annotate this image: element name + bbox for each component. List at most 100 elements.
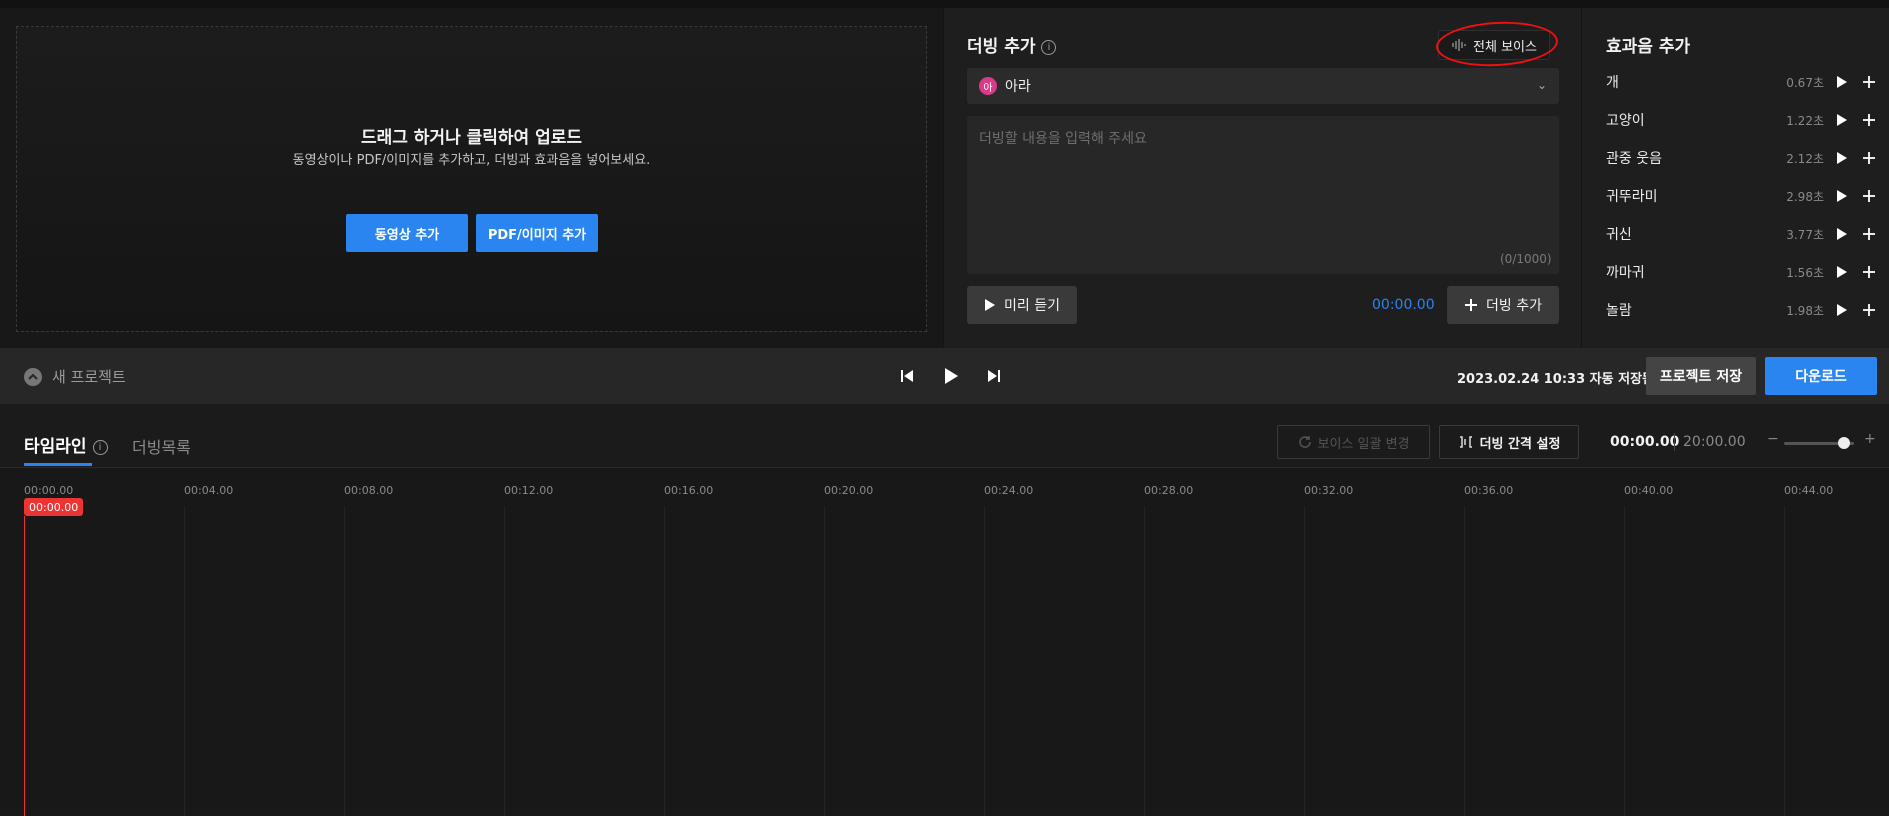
plus-icon[interactable]: [1862, 303, 1876, 317]
preview-button[interactable]: 미리 듣기: [967, 286, 1077, 324]
voice-name: 아라: [1005, 79, 1031, 95]
timeline-gridline: [344, 506, 345, 816]
dub-spacing-button[interactable]: 더빙 간격 설정: [1439, 425, 1579, 459]
play-icon[interactable]: [1836, 113, 1848, 127]
play-icon[interactable]: [1836, 265, 1848, 279]
effect-name: 놀람: [1606, 303, 1632, 319]
plus-icon[interactable]: [1862, 113, 1876, 127]
save-project-button[interactable]: 프로젝트 저장: [1646, 357, 1756, 395]
plus-icon[interactable]: [1862, 151, 1876, 165]
refresh-icon: [1298, 436, 1311, 448]
top-strip: [0, 0, 1889, 8]
dubbing-panel: 더빙 추가 i 전체 보이스 아 아라 ⌄ (0/1000) 미리 듣기 00:0…: [943, 8, 1581, 348]
spacing-icon: [1459, 436, 1472, 448]
voice-avatar: 아: [979, 77, 997, 95]
play-icon[interactable]: [1836, 75, 1848, 89]
effect-item: 놀람 1.98초: [1606, 298, 1876, 322]
current-time: 00:00.00: [1610, 434, 1680, 450]
play-icon[interactable]: [1836, 189, 1848, 203]
zoom-in-button[interactable]: +: [1864, 431, 1876, 447]
voice-bulk-change-label: 보이스 일괄 변경: [1317, 436, 1410, 452]
timeline-tick-label: 00:40.00: [1624, 484, 1674, 497]
effect-name: 고양이: [1606, 113, 1645, 129]
timeline-gridline: [1784, 506, 1785, 816]
effect-duration: 3.77초: [1786, 227, 1824, 242]
play-icon[interactable]: [1836, 303, 1848, 317]
plus-icon[interactable]: [1862, 189, 1876, 203]
info-icon[interactable]: i: [1041, 39, 1057, 55]
skip-forward-icon[interactable]: [987, 368, 1001, 384]
tab-dub-list[interactable]: 더빙목록: [132, 434, 191, 458]
zoom-slider-handle[interactable]: [1838, 437, 1850, 449]
autosave-status: 2023.02.24 10:33 자동 저장됨: [1457, 372, 1654, 387]
timeline-tick-label: 00:36.00: [1464, 484, 1514, 497]
all-voices-label: 전체 보이스: [1473, 39, 1537, 55]
timeline-gridline: [984, 506, 985, 816]
effect-item: 귀신 3.77초: [1606, 222, 1876, 246]
effect-duration: 1.98초: [1786, 303, 1824, 318]
new-project-toggle[interactable]: 새 프로젝트: [24, 366, 126, 387]
voice-bulk-change-button[interactable]: 보이스 일괄 변경: [1277, 425, 1430, 459]
skip-back-icon[interactable]: [900, 368, 914, 384]
timeline-gridline: [1624, 506, 1625, 816]
add-dubbing-label: 더빙 추가: [1486, 298, 1542, 314]
timeline-tick-label: 00:04.00: [184, 484, 234, 497]
upload-panel: 드래그 하거나 클릭하여 업로드 동영상이나 PDF/이미지를 추가하고, 더빙…: [0, 8, 943, 348]
effects-panel: 효과음 추가 개 0.67초 고양이 1.22초 관중 웃음 2.12초 귀뚜라미 2.98초…: [1581, 8, 1889, 348]
timeline-tick-label: 00:00.00: [24, 484, 74, 497]
tab-timeline[interactable]: 타임라인 i: [24, 432, 108, 457]
effect-name: 귀뚜라미: [1606, 189, 1658, 205]
effect-name: 까마귀: [1606, 265, 1645, 281]
char-counter: (0/1000): [1500, 252, 1552, 266]
play-icon[interactable]: [1836, 227, 1848, 241]
all-voices-button[interactable]: 전체 보이스: [1438, 30, 1550, 60]
info-icon[interactable]: i: [92, 439, 108, 455]
dubbing-time: 00:00.00: [1372, 297, 1435, 313]
upload-dropzone[interactable]: 드래그 하거나 클릭하여 업로드 동영상이나 PDF/이미지를 추가하고, 더빙…: [16, 26, 927, 332]
voice-select[interactable]: 아 아라 ⌄: [967, 68, 1559, 104]
timeline-track-area[interactable]: 00:00.00 00:04.00 00:08.00 00:12.00 00:16.00…: [0, 468, 1889, 816]
plus-icon[interactable]: [1862, 265, 1876, 279]
chevron-down-icon: ⌄: [1536, 78, 1547, 92]
timeline-tick-label: 00:24.00: [984, 484, 1034, 497]
play-icon[interactable]: [943, 367, 959, 385]
dubbing-title: 더빙 추가 i: [967, 32, 1057, 57]
timeline-tick-label: 00:08.00: [344, 484, 394, 497]
dub-spacing-label: 더빙 간격 설정: [1479, 436, 1561, 452]
upload-subtitle: 동영상이나 PDF/이미지를 추가하고, 더빙과 효과음을 넣어보세요.: [292, 153, 651, 168]
effect-name: 관중 웃음: [1606, 151, 1662, 167]
effect-item: 고양이 1.22초: [1606, 108, 1876, 132]
timeline-gridline: [1304, 506, 1305, 816]
playhead-line[interactable]: [24, 516, 25, 816]
plus-icon[interactable]: [1862, 75, 1876, 89]
dubbing-title-text: 더빙 추가: [967, 37, 1036, 57]
preview-label: 미리 듣기: [1004, 298, 1060, 314]
add-pdf-image-button[interactable]: PDF/이미지 추가: [476, 214, 598, 252]
timeline-header: 타임라인 i 더빙목록 보이스 일괄 변경 더빙 간격 설정 00:00.00 2…: [0, 404, 1889, 468]
timeline-gridline: [504, 506, 505, 816]
timeline-tick-label: 00:32.00: [1304, 484, 1354, 497]
transport-bar: 새 프로젝트 2023.02.24 10:33 자동 저장됨 프로젝트 저장 다…: [0, 348, 1889, 404]
plus-icon[interactable]: [1862, 227, 1876, 241]
timeline-tick-label: 00:44.00: [1784, 484, 1834, 497]
effect-item: 개 0.67초: [1606, 70, 1876, 94]
zoom-out-button[interactable]: −: [1767, 431, 1779, 447]
dubbing-text-input[interactable]: [967, 116, 1559, 274]
timeline-gridline: [184, 506, 185, 816]
add-dubbing-button[interactable]: 더빙 추가: [1447, 286, 1559, 324]
timeline-gridline: [824, 506, 825, 816]
playhead-time-label[interactable]: 00:00.00: [24, 498, 84, 516]
timeline-tick-label: 00:16.00: [664, 484, 714, 497]
upload-title: 드래그 하거나 클릭하여 업로드: [360, 128, 583, 148]
effect-duration: 0.67초: [1786, 75, 1824, 90]
timeline-tick-label: 00:20.00: [824, 484, 874, 497]
new-project-label: 새 프로젝트: [52, 368, 126, 386]
time-divider: [1674, 433, 1675, 451]
chevron-up-icon: [24, 367, 42, 386]
play-icon[interactable]: [1836, 151, 1848, 165]
active-tab-indicator: [24, 463, 92, 466]
add-video-button[interactable]: 동영상 추가: [346, 214, 468, 252]
download-button[interactable]: 다운로드: [1765, 357, 1877, 395]
effect-duration: 2.98초: [1786, 189, 1824, 204]
effect-item: 관중 웃음 2.12초: [1606, 146, 1876, 170]
